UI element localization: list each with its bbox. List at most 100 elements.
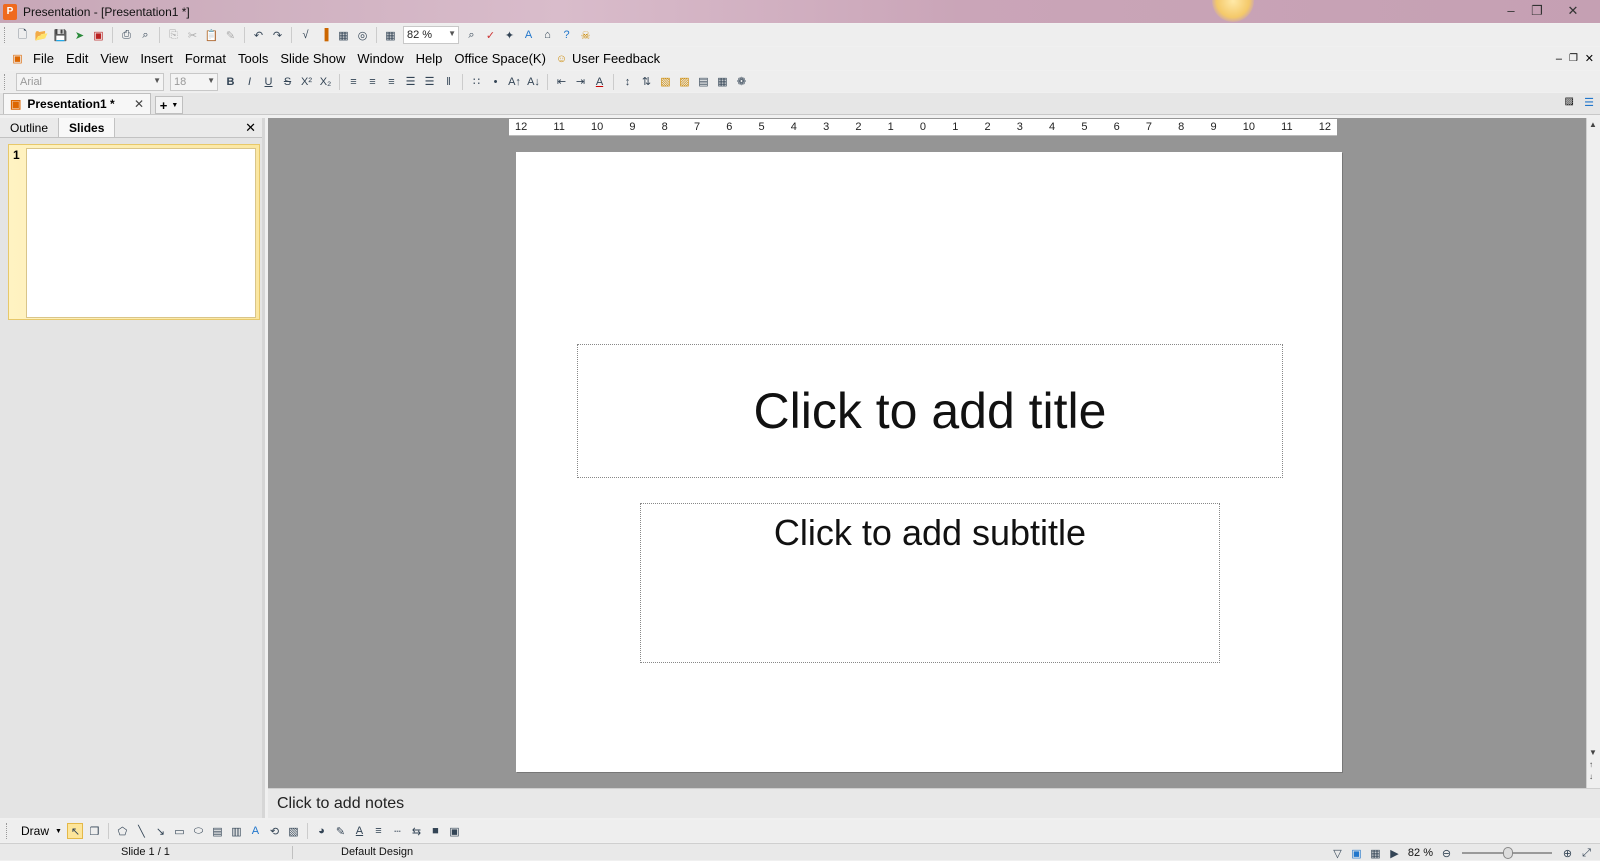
menu-tools[interactable]: Tools xyxy=(232,51,274,66)
zoom-slider[interactable] xyxy=(1462,847,1552,859)
toolbar-grip[interactable] xyxy=(4,73,7,90)
vertical-textbox-icon[interactable]: ▥ xyxy=(228,823,244,839)
font-color-icon[interactable]: A xyxy=(592,74,608,90)
toolbar-grip[interactable] xyxy=(6,823,9,839)
animation-icon[interactable]: ❁ xyxy=(734,74,750,90)
next-slide-icon[interactable]: ↓ xyxy=(1589,772,1593,781)
wordart-icon[interactable]: A xyxy=(247,823,263,839)
arrow-icon[interactable]: ↘ xyxy=(152,823,168,839)
presentation-app-icon[interactable]: P xyxy=(3,3,17,20)
table-icon[interactable]: ▦ xyxy=(336,27,352,43)
dash-style-icon[interactable]: ┄ xyxy=(389,823,405,839)
title-placeholder[interactable]: Click to add title xyxy=(577,344,1283,478)
italic-icon[interactable]: I xyxy=(242,74,258,90)
indent-decrease-icon[interactable]: ⇤ xyxy=(554,74,570,90)
menu-format[interactable]: Format xyxy=(179,51,232,66)
menu-insert[interactable]: Insert xyxy=(134,51,179,66)
text-box-icon[interactable]: A xyxy=(521,27,537,43)
copy-icon[interactable]: ⎘ xyxy=(166,27,182,43)
cut-icon[interactable]: ✂ xyxy=(185,27,201,43)
slide-sorter-icon[interactable]: ▦ xyxy=(1367,845,1383,861)
previous-slide-icon[interactable]: ↑ xyxy=(1589,760,1593,769)
line-spacing-icon[interactable]: ↕ xyxy=(620,74,636,90)
autoshapes-icon[interactable]: ⬠ xyxy=(114,823,130,839)
bullets-icon[interactable]: • xyxy=(488,74,504,90)
fill-color-icon[interactable]: ◕ xyxy=(313,823,329,839)
save-as-icon[interactable]: ➤ xyxy=(72,27,88,43)
chart-icon[interactable]: ▐ xyxy=(317,27,333,43)
doc-close-icon[interactable]: ✕ xyxy=(1585,52,1594,65)
indent-increase-icon[interactable]: ⇥ xyxy=(573,74,589,90)
undo-icon[interactable]: ↶ xyxy=(251,27,267,43)
menu-window[interactable]: Window xyxy=(351,51,409,66)
paragraph-spacing-icon[interactable]: ⇅ xyxy=(639,74,655,90)
grow-font-icon[interactable]: A↑ xyxy=(507,74,523,90)
fit-window-icon[interactable]: ⤢ xyxy=(1579,845,1595,861)
table-grid-icon[interactable]: ▦ xyxy=(715,74,731,90)
scroll-up-icon[interactable]: ▲ xyxy=(1589,120,1597,129)
save-icon[interactable]: 💾 xyxy=(53,27,69,43)
slideshow-view-icon[interactable]: ▶ xyxy=(1386,845,1402,861)
menu-slide-show[interactable]: Slide Show xyxy=(274,51,351,66)
subtitle-placeholder[interactable]: Click to add subtitle xyxy=(640,503,1220,663)
tab-outline[interactable]: Outline xyxy=(0,118,60,137)
restore-icon[interactable]: ❐ xyxy=(1524,0,1550,21)
group-icon[interactable]: ❐ xyxy=(86,823,102,839)
doc-minimize-icon[interactable]: – xyxy=(1556,53,1562,65)
navigator-icon[interactable]: ✦ xyxy=(502,27,518,43)
tab-slides[interactable]: Slides xyxy=(59,118,116,137)
picture-icon[interactable]: ▧ xyxy=(285,823,301,839)
help-icon[interactable]: ? xyxy=(559,27,575,43)
insert-image-icon[interactable]: ▧ xyxy=(658,74,674,90)
rectangle-icon[interactable]: ▭ xyxy=(171,823,187,839)
hyperlink-icon[interactable]: ◎ xyxy=(355,27,371,43)
menu-edit[interactable]: Edit xyxy=(60,51,94,66)
toolbar-grip[interactable] xyxy=(4,27,7,43)
vertical-text-icon[interactable]: ‖ xyxy=(441,74,457,90)
slide-thumbnail-item[interactable]: 1 xyxy=(8,144,260,320)
zoom-in-icon[interactable]: ⊕ xyxy=(1560,845,1576,861)
font-color-draw-icon[interactable]: A xyxy=(351,823,367,839)
new-document-icon[interactable]: 🗋 xyxy=(15,27,31,43)
textbox-icon[interactable]: ▤ xyxy=(209,823,225,839)
rotate-icon[interactable]: ⟲ xyxy=(266,823,282,839)
gallery-icon[interactable]: ⌂ xyxy=(540,27,556,43)
close-tab-icon[interactable]: ✕ xyxy=(134,97,144,111)
scroll-down-icon[interactable]: ▼ xyxy=(1589,748,1597,757)
grid-icon[interactable]: ▦ xyxy=(383,27,399,43)
slide-thumbnail[interactable] xyxy=(26,148,256,318)
draw-menu-button[interactable]: Draw xyxy=(15,824,55,838)
font-name-combo[interactable]: Arial ▼ xyxy=(16,72,164,91)
distribute-icon[interactable]: ☰ xyxy=(422,74,438,90)
normal-view-icon[interactable]: ▣ xyxy=(1348,845,1364,861)
arrow-style-icon[interactable]: ⇆ xyxy=(408,823,424,839)
task-pane-icon[interactable]: ☰ xyxy=(1584,96,1594,109)
print-preview-icon[interactable]: ⌕ xyxy=(138,27,154,43)
doc-restore-icon[interactable]: ❐ xyxy=(1569,53,1578,64)
shadow-icon[interactable]: ■ xyxy=(427,823,443,839)
insert-object-icon[interactable]: ▨ xyxy=(677,74,693,90)
font-size-combo[interactable]: 18 ▼ xyxy=(170,72,218,91)
tab-presentation1[interactable]: ▣ Presentation1 * ✕ xyxy=(3,93,151,114)
close-icon[interactable]: ✕ xyxy=(1560,0,1586,21)
paste-icon[interactable]: 📋 xyxy=(204,27,220,43)
strikethrough-icon[interactable]: S xyxy=(280,74,296,90)
underline-icon[interactable]: U xyxy=(261,74,277,90)
close-pane-icon[interactable]: ✕ xyxy=(245,118,256,137)
align-center-icon[interactable]: ≡ xyxy=(365,74,381,90)
horizontal-ruler[interactable]: 12 11 10 9 8 7 6 5 4 3 2 1 0 1 2 3 4 5 6… xyxy=(509,119,1337,136)
spellcheck-icon[interactable]: ✓ xyxy=(483,27,499,43)
panel-toggle-icon[interactable]: ▨ xyxy=(1565,96,1574,107)
select-pointer-icon[interactable]: ↖ xyxy=(67,823,84,839)
find-icon[interactable]: ⌕ xyxy=(464,27,480,43)
zoom-combo[interactable]: 82 % ▼ xyxy=(403,26,459,44)
add-tab-button[interactable]: + ▼ xyxy=(155,96,183,114)
shrink-font-icon[interactable]: A↓ xyxy=(526,74,542,90)
print-icon[interactable]: ⎙ xyxy=(119,27,135,43)
vertical-scrollbar[interactable]: ▲ ▼ ↑ ↓ xyxy=(1586,118,1600,788)
cart-icon[interactable]: ☠ xyxy=(578,27,594,43)
menu-help[interactable]: Help xyxy=(410,51,449,66)
align-left-icon[interactable]: ≡ xyxy=(346,74,362,90)
menu-file[interactable]: File xyxy=(27,51,60,66)
export-pdf-icon[interactable]: ▣ xyxy=(91,27,107,43)
